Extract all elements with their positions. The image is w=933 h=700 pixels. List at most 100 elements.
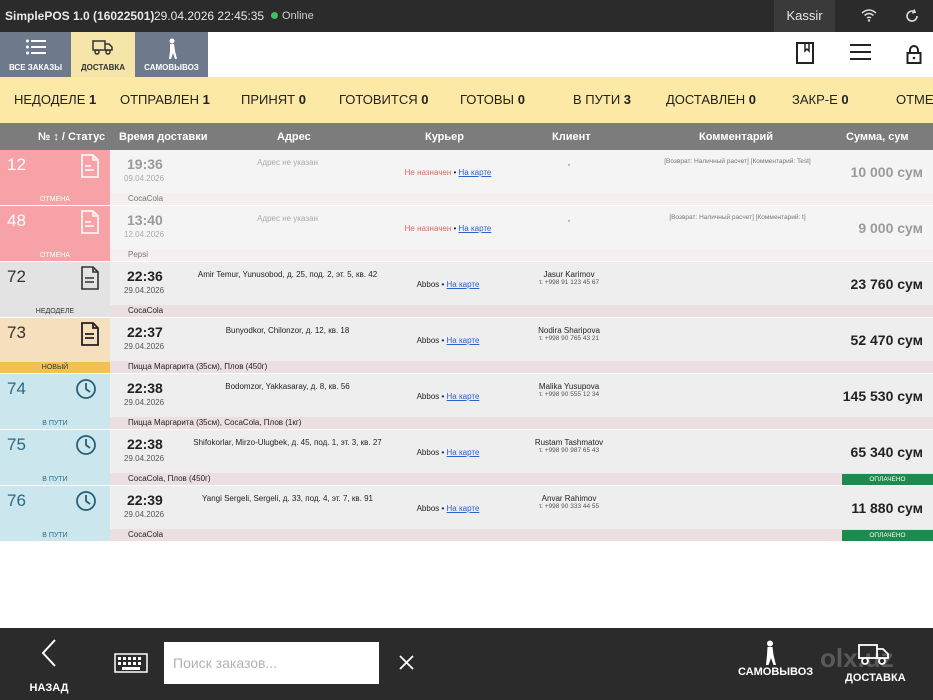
order-comment: [Возврат: Наличный расчет] [Комментарий:… (669, 214, 806, 221)
tab-delivery[interactable]: ДОСТАВКА (71, 32, 135, 77)
order-number: 73 (7, 323, 26, 342)
map-link[interactable]: На карте (447, 280, 480, 289)
table-row[interactable]: 76 В ПУТИ 22:39 29.04.2026 Yangi Sergeli… (0, 486, 933, 541)
online-status: Online (271, 10, 314, 22)
client-phone: т. +998 90 765 43 21 (538, 335, 600, 342)
close-icon[interactable] (399, 655, 414, 670)
pickup-button[interactable]: САМОВЫВОЗ (738, 640, 813, 678)
order-items: CocaCola (110, 193, 933, 205)
lock-icon[interactable] (906, 44, 922, 64)
menu-icon[interactable] (850, 42, 871, 62)
order-sum: 65 340 сум (850, 444, 923, 460)
delivery-date: 12.04.2026 (124, 230, 165, 239)
order-details: 22:38 29.04.2026 Shifokorlar, Mirzo-Ulug… (110, 430, 933, 473)
status-filter-in-transit[interactable]: В ПУТИ 3 (573, 92, 631, 107)
keyboard-icon[interactable] (114, 653, 148, 673)
status-filter-incomplete[interactable]: НЕДОДЕЛЕ 1 (14, 92, 96, 107)
document-icon (81, 154, 99, 178)
tab-label: ДОСТАВКА (80, 63, 126, 72)
table-header: № ↕ / Статус Время доставки Адрес Курьер… (0, 123, 933, 150)
status-filter-cooking[interactable]: ГОТОВИТСЯ 0 (339, 92, 428, 107)
back-button[interactable]: НАЗАД (29, 638, 69, 694)
bookmark-icon[interactable] (796, 42, 814, 64)
table-row[interactable]: 12 ОТМЕНА 19:36 09.04.2026 Адрес не указ… (0, 150, 933, 205)
order-items: CocaCola (110, 305, 933, 317)
courier-name: Abbos (416, 336, 440, 345)
online-dot-icon (271, 12, 278, 19)
table-row[interactable]: 73 НОВЫЙ 22:37 29.04.2026 Bunyodkor, Chi… (0, 318, 933, 373)
status-filter-delivered[interactable]: ДОСТАВЛЕН 0 (666, 92, 756, 107)
courier: Abbos • На карте (416, 280, 480, 289)
map-link[interactable]: На карте (459, 224, 492, 233)
table-row[interactable]: 48 ОТМЕНА 13:40 12.04.2026 Адрес не указ… (0, 206, 933, 261)
delivery-time: 22:38 (127, 436, 163, 452)
delivery-date: 29.04.2026 (124, 454, 165, 463)
bottom-bar: НАЗАД САМОВЫВОЗ ДОСТАВКА olx.uz (0, 628, 933, 700)
column-header-courier: Курьер (425, 131, 465, 143)
map-link[interactable]: На карте (459, 168, 492, 177)
courier: Не назначен • На карте (404, 168, 492, 177)
courier-name: Abbos (416, 448, 440, 457)
status-filter-accepted[interactable]: ПРИНЯТ 0 (241, 92, 306, 107)
courier: Abbos • На карте (416, 504, 480, 513)
delivery-address: Amir Temur, Yunusobod, д. 25, под. 2, эт… (197, 270, 378, 279)
column-header-client: Клиент (552, 131, 591, 143)
delivery-address: Yangi Sergeli, Sergeli, д. 33, под. 4, э… (202, 494, 373, 503)
order-details: 22:39 29.04.2026 Yangi Sergeli, Sergeli,… (110, 486, 933, 529)
map-link[interactable]: На карте (447, 504, 480, 513)
client-name: Jasur Karimov (543, 270, 595, 279)
order-details: 13:40 12.04.2026 Адрес не указан Не назн… (110, 206, 933, 249)
column-header-number-status[interactable]: № ↕ / Статус (38, 131, 105, 143)
wifi-icon[interactable] (861, 8, 877, 22)
order-status-label: В ПУТИ (42, 420, 68, 427)
client-phone: т. +998 90 555 12 34 (538, 391, 600, 398)
column-header-sum: Сумма, сум (846, 131, 909, 143)
watermark: olx.uz (820, 643, 894, 673)
map-link[interactable]: На карте (447, 448, 480, 457)
search-input[interactable] (164, 642, 379, 684)
courier-name: Abbos (416, 280, 440, 289)
table-row[interactable]: 75 В ПУТИ 22:38 29.04.2026 Shifokorlar, … (0, 430, 933, 485)
table-row[interactable]: 74 В ПУТИ 22:38 29.04.2026 Bodomzor, Yak… (0, 374, 933, 429)
tab-pickup[interactable]: САМОВЫВОЗ (135, 32, 208, 77)
sync-icon[interactable] (904, 8, 920, 24)
delivery-address: Bodomzor, Yakkasaray, д. 8, кв. 56 (225, 382, 350, 391)
map-link[interactable]: На карте (447, 336, 480, 345)
client-phone: т. +998 90 987 65 43 (538, 447, 600, 454)
table-row[interactable]: 72 НЕДОДЕЛЕ 22:36 29.04.2026 Amir Temur,… (0, 262, 933, 317)
order-sum: 11 880 сум (851, 500, 923, 516)
delivery-time: 22:37 (127, 324, 163, 340)
user-button[interactable]: Kassir (774, 0, 835, 32)
clock-icon (76, 491, 96, 511)
order-status-label: В ПУТИ (42, 476, 68, 483)
status-filter-ready[interactable]: ГОТОВЫ 0 (460, 92, 525, 107)
client-name: Anvar Rahimov (541, 494, 597, 503)
delivery-address: Bunyodkor, Chilonzor, д. 12, кв. 18 (225, 326, 350, 335)
app-title: SimplePOS 1.0 (16022501) (5, 9, 155, 23)
paid-badge: ОПЛАЧЕНО (842, 474, 933, 485)
client: , (567, 214, 571, 223)
client-phone: т. +998 90 333 44 55 (538, 503, 600, 510)
delivery-date: 29.04.2026 (124, 342, 165, 351)
list-icon (25, 39, 46, 55)
order-status-cell: 73 НОВЫЙ (0, 318, 110, 373)
document-icon (81, 266, 99, 290)
order-status-label: ОТМЕНА (40, 252, 70, 259)
client-name: Nodira Sharipova (538, 326, 600, 335)
order-comment: [Возврат: Наличный расчет] [Комментарий:… (664, 158, 811, 165)
status-filter-cancelled[interactable]: ОТМЕ (896, 92, 933, 107)
tab-all-orders[interactable]: ВСЕ ЗАКАЗЫ (0, 32, 71, 77)
order-status-cell: 72 НЕДОДЕЛЕ (0, 262, 110, 317)
courier: Abbos • На карте (416, 392, 480, 401)
order-status-cell: 74 В ПУТИ (0, 374, 110, 429)
order-sum: 145 530 сум (842, 388, 923, 404)
status-filter-closed[interactable]: ЗАКР-Е 0 (792, 92, 849, 107)
truck-icon (92, 40, 113, 55)
map-link[interactable]: На карте (447, 392, 480, 401)
status-filter-bar: НЕДОДЕЛЕ 1 ОТПРАВЛЕН 1 ПРИНЯТ 0 ГОТОВИТС… (0, 77, 933, 123)
status-filter-sent[interactable]: ОТПРАВЛЕН 1 (120, 92, 210, 107)
back-label: НАЗАД (29, 682, 69, 694)
order-number: 74 (7, 379, 26, 398)
order-status-label: НЕДОДЕЛЕ (35, 308, 75, 315)
column-header-address: Адрес (277, 131, 311, 143)
